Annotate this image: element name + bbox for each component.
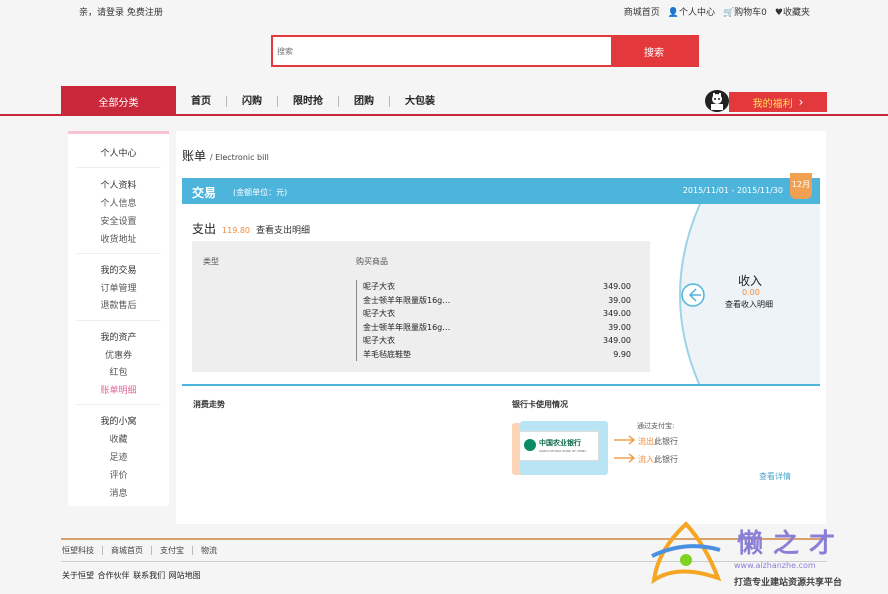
month-badge[interactable]: 12月 bbox=[790, 173, 812, 199]
expense-detail-table: 类型 购买商品 呢子大衣 349.00 金士顿羊年限量版16g… 39.00 呢子大… bbox=[192, 241, 650, 372]
bank-card-image: 中国农业银行 AGRICULTURAL BANK OF CHINA bbox=[512, 421, 608, 477]
table-row: 呢子大衣 349.00 bbox=[363, 336, 631, 345]
sidebar-item-personal-info[interactable]: 个人信息 bbox=[68, 196, 169, 209]
flow-arrows-icon bbox=[614, 435, 636, 463]
card-front: 中国农业银行 AGRICULTURAL BANK OF CHINA bbox=[519, 431, 599, 461]
table-row: 呢子大衣 349.00 bbox=[363, 309, 631, 318]
goods-list: 呢子大衣 349.00 金士顿羊年限量版16g… 39.00 呢子大衣 349.00 … bbox=[356, 280, 631, 361]
table-row: 羊毛毡底鞋垫 9.90 bbox=[363, 349, 631, 359]
watermark-logo-icon bbox=[651, 521, 722, 585]
mall-home-link[interactable]: 商城首页 bbox=[624, 5, 660, 18]
sidebar-item-red-packets[interactable]: 红包 bbox=[68, 365, 169, 378]
login-greeting[interactable]: 亲，请登录 免费注册 bbox=[79, 5, 163, 18]
sidebar: 个人中心 个人资料 个人信息 安全设置 收货地址 我的交易 订单管理 退款售后 … bbox=[68, 131, 169, 506]
table-row: 金士顿羊年限量版16g… 39.00 bbox=[363, 322, 631, 332]
heart-icon: ♥ bbox=[774, 8, 783, 18]
bank-name-en: AGRICULTURAL BANK OF CHINA bbox=[539, 449, 587, 453]
sidebar-item-bill-details[interactable]: 账单明细 bbox=[68, 383, 169, 396]
nav-home[interactable]: 首页 bbox=[176, 95, 227, 107]
transaction-label: 交易 bbox=[192, 186, 217, 200]
footer-about[interactable]: 关于恒望 合作伙伴 联系我们 网站地图 bbox=[62, 570, 201, 581]
nav-flash-sale[interactable]: 闪购 bbox=[227, 95, 278, 107]
sidebar-item-address[interactable]: 收货地址 bbox=[68, 232, 169, 245]
col-type-header: 类型 bbox=[203, 257, 219, 266]
divider bbox=[76, 404, 161, 405]
sidebar-item-coupons[interactable]: 优惠券 bbox=[68, 348, 169, 361]
outflow-label: 流出此银行 bbox=[638, 437, 678, 446]
divider bbox=[76, 167, 161, 168]
spending-trend-title: 消费走势 bbox=[193, 400, 225, 409]
unit-label: (金额单位：元) bbox=[233, 188, 288, 197]
sidebar-item-favorites[interactable]: 收藏 bbox=[68, 432, 169, 445]
col-goods-header: 购买商品 bbox=[356, 257, 388, 266]
income-details-link[interactable]: 查看收入明细 bbox=[725, 299, 773, 310]
favorites-link[interactable]: ♥收藏夹 bbox=[775, 5, 810, 18]
cart-icon: 🛒 bbox=[722, 8, 735, 18]
expense-label: 支出 bbox=[192, 222, 217, 236]
view-details-link[interactable]: 查看详情 bbox=[759, 471, 791, 482]
watermark-title: 懒之才 bbox=[737, 529, 846, 559]
cart-link[interactable]: 🛒购物车0 bbox=[723, 5, 767, 18]
welfare-button[interactable]: 我的福利 › bbox=[729, 92, 827, 112]
footer-link-alipay[interactable]: 支付宝 bbox=[152, 546, 193, 555]
transaction-header: 交易 (金额单位：元) 2015/11/01 - 2015/11/30 bbox=[182, 178, 820, 204]
top-bar: 亲，请登录 免费注册 商城首页 👤个人中心 🛒购物车0 ♥收藏夹 bbox=[0, 0, 888, 22]
my-welfare[interactable]: 我的福利 › bbox=[705, 90, 827, 112]
search-button[interactable]: 搜索 bbox=[611, 37, 697, 65]
footer-links: 恒望科技 商城首页 支付宝 物流 bbox=[62, 546, 225, 555]
income-label: 收入 bbox=[738, 274, 763, 288]
search-input[interactable] bbox=[273, 37, 611, 65]
main-nav: 全部分类 首页 闪购 限时抢 团购 大包装 我的福利 › bbox=[0, 86, 888, 116]
via-alipay-label: 通过支付宝: bbox=[637, 422, 675, 430]
sidebar-section-assets: 我的资产 bbox=[100, 333, 137, 343]
sidebar-item-messages[interactable]: 消息 bbox=[68, 486, 169, 499]
divider bbox=[182, 384, 820, 386]
avatar bbox=[705, 90, 729, 112]
main-panel: 账单 / Electronic bill 交易 (金额单位：元) 2015/11… bbox=[176, 131, 826, 524]
sidebar-section-trade: 我的交易 bbox=[100, 266, 137, 276]
watermark-tagline: 打造专业建站资源共享平台 bbox=[734, 578, 843, 588]
top-links: 商城首页 👤个人中心 🛒购物车0 ♥收藏夹 bbox=[624, 5, 810, 18]
sidebar-item-reviews[interactable]: 评价 bbox=[68, 468, 169, 481]
bank-name: 中国农业银行 bbox=[539, 439, 581, 447]
chevron-right-icon: › bbox=[798, 95, 804, 109]
sidebar-item-refunds[interactable]: 退款售后 bbox=[68, 298, 169, 311]
sidebar-item-footprints[interactable]: 足迹 bbox=[68, 450, 169, 463]
table-row: 呢子大衣 349.00 bbox=[363, 282, 631, 291]
expense-amount: 119.80 bbox=[222, 226, 251, 235]
nav-group-buy[interactable]: 团购 bbox=[339, 95, 390, 107]
personal-center-link[interactable]: 👤个人中心 bbox=[668, 5, 715, 18]
nav-limited-time[interactable]: 限时抢 bbox=[278, 95, 339, 107]
all-categories-button[interactable]: 全部分类 bbox=[61, 86, 176, 116]
sidebar-section-profile: 个人资料 bbox=[100, 181, 137, 191]
nav-bulk-pack[interactable]: 大包装 bbox=[390, 96, 450, 107]
bank-card-usage-title: 银行卡使用情况 bbox=[512, 400, 568, 409]
footer-link-hengwang[interactable]: 恒望科技 bbox=[62, 546, 103, 555]
page-title: 账单 / Electronic bill bbox=[182, 149, 269, 163]
divider bbox=[76, 320, 161, 321]
income-panel[interactable]: 收入 0.00 查看收入明细 bbox=[670, 204, 820, 386]
watermark-url: www.aizhanzhe.com bbox=[734, 561, 816, 570]
search-bar: 搜索 bbox=[271, 35, 699, 67]
divider bbox=[76, 253, 161, 254]
footer-link-logistics[interactable]: 物流 bbox=[193, 546, 225, 555]
sidebar-item-security[interactable]: 安全设置 bbox=[68, 214, 169, 227]
sidebar-section-nest: 我的小窝 bbox=[100, 417, 137, 427]
table-row: 金士顿羊年限量版16g… 39.00 bbox=[363, 295, 631, 305]
date-range: 2015/11/01 - 2015/11/30 bbox=[682, 186, 783, 195]
expense-summary: 支出 119.80 查看支出明细 bbox=[192, 220, 310, 237]
user-icon: 👤 bbox=[667, 8, 679, 18]
sidebar-item-orders[interactable]: 订单管理 bbox=[68, 281, 169, 294]
expense-details-link[interactable]: 查看支出明细 bbox=[256, 223, 310, 236]
inflow-label: 流入此银行 bbox=[638, 455, 678, 464]
footer-link-mall-home[interactable]: 商城首页 bbox=[103, 546, 152, 555]
sidebar-title: 个人中心 bbox=[100, 149, 137, 159]
income-amount: 0.00 bbox=[742, 288, 760, 297]
nav-links: 首页 闪购 限时抢 团购 大包装 bbox=[176, 86, 450, 116]
abc-logo-icon bbox=[524, 439, 536, 451]
